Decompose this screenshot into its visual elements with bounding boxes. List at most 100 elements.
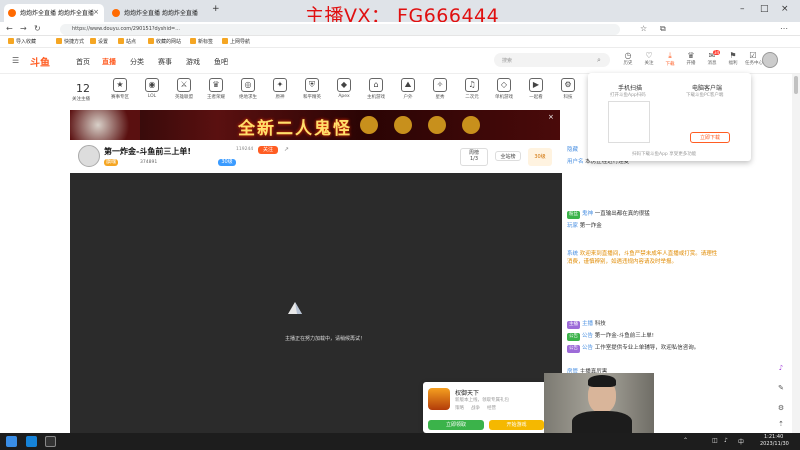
- header-history-button[interactable]: ◷ 历史: [620, 51, 636, 66]
- star-icon[interactable]: ☆: [640, 24, 647, 33]
- crown-icon: ♛: [687, 51, 695, 60]
- category-icon: ✦: [273, 78, 287, 92]
- nav-yuba[interactable]: 鱼吧: [214, 57, 228, 67]
- dropdown-footer: 扫码下载斗鱼App 享受更多功能: [632, 152, 697, 157]
- header-download-button[interactable]: ⤓ 下载: [662, 51, 678, 67]
- volume-icon[interactable]: ♪: [724, 437, 728, 444]
- side-top-icon[interactable]: ⇡: [776, 420, 786, 430]
- side-settings-icon[interactable]: ⚙: [776, 404, 786, 414]
- back-icon[interactable]: ←: [6, 24, 13, 33]
- download-client-button[interactable]: 立即下载: [690, 132, 730, 143]
- category-item[interactable]: ♛ 王者荣耀: [202, 78, 230, 100]
- side-feature-icon[interactable]: ♪: [776, 364, 786, 374]
- tray-up-icon[interactable]: ⌃: [683, 437, 688, 444]
- douyu-logo[interactable]: 斗鱼: [30, 54, 60, 69]
- category-item[interactable]: ⚔ 英雄联盟: [170, 78, 198, 100]
- weekly-rank-button[interactable]: 周榜 1/3: [460, 148, 488, 166]
- game-popup[interactable]: 权御天下 新版本上线，领取专属礼包 策略 战争 经营 立即领取 开始游戏: [423, 382, 548, 433]
- chat-username[interactable]: 主播: [582, 321, 593, 327]
- clock-date[interactable]: 2023/11/30: [760, 441, 789, 447]
- forward-icon[interactable]: →: [20, 24, 27, 33]
- mobile-app-subtitle: 打开斗鱼App扫码: [610, 93, 646, 98]
- claim-gift-button[interactable]: 立即领取: [428, 420, 484, 430]
- scrollbar-thumb[interactable]: [794, 76, 798, 94]
- browser-menu-icon[interactable]: ⋯: [780, 24, 788, 33]
- chat-message: 系统 欢迎来到直播间，斗鱼严禁未成年人直播或打赏。请理性消费，谨慎辨别，如遇违规…: [567, 250, 721, 266]
- follow-button[interactable]: 关注: [258, 146, 278, 154]
- category-item[interactable]: ⚙ 科技: [554, 78, 582, 100]
- category-item[interactable]: ⌂ 主机游戏: [362, 78, 390, 100]
- terminal-icon[interactable]: [45, 436, 56, 447]
- nav-games[interactable]: 游戏: [186, 57, 200, 67]
- header-task-button[interactable]: ☑ 任务中心: [745, 51, 763, 66]
- header-follow-button[interactable]: ♡ 关注: [641, 51, 657, 66]
- level-reward-button[interactable]: 30级: [528, 148, 552, 166]
- edge-browser-icon[interactable]: [26, 436, 37, 447]
- browser-tab[interactable]: 炮炮炸全直播 炮炮炸全直播: [108, 4, 208, 22]
- category-item[interactable]: ⛰ 户外: [394, 78, 422, 100]
- game-tag: 战争: [471, 406, 480, 411]
- category-item[interactable]: ⛨ 和平精英: [298, 78, 326, 100]
- nav-events[interactable]: 赛事: [158, 57, 172, 67]
- category-item[interactable]: ◉ LOL: [138, 78, 166, 99]
- category-item[interactable]: ◇ 单机游戏: [490, 78, 518, 100]
- bookmark-item[interactable]: 站点: [118, 38, 136, 45]
- bookmark-item[interactable]: 导入收藏: [8, 38, 36, 45]
- windows-start-icon[interactable]: [6, 436, 17, 447]
- folder-icon: [8, 38, 14, 44]
- clock-time[interactable]: 1:21:40: [764, 434, 783, 440]
- extensions-icon[interactable]: ⧉: [660, 24, 666, 34]
- refresh-icon[interactable]: ↻: [34, 24, 41, 33]
- nav-live[interactable]: 直播: [102, 57, 116, 67]
- share-icon[interactable]: ↗: [284, 146, 289, 153]
- nav-category[interactable]: 分类: [130, 57, 144, 67]
- maximize-icon[interactable]: □: [760, 4, 769, 14]
- bookmark-item[interactable]: 收藏的网站: [148, 38, 181, 45]
- close-window-icon[interactable]: ×: [781, 4, 789, 14]
- category-item[interactable]: ◎ 绝地求生: [234, 78, 262, 100]
- side-feedback-icon[interactable]: ✎: [776, 384, 786, 394]
- input-language[interactable]: 中: [738, 437, 744, 446]
- network-icon[interactable]: ◫: [712, 437, 718, 444]
- bookmark-item[interactable]: 快捷方式: [56, 38, 84, 45]
- chat-username[interactable]: 系统: [567, 251, 578, 257]
- bookmark-item[interactable]: 上网导航: [222, 38, 250, 45]
- banner-close-icon[interactable]: ×: [548, 113, 554, 121]
- start-game-button[interactable]: 开始游戏: [489, 420, 544, 430]
- category-item[interactable]: ✧ 星秀: [426, 78, 454, 100]
- category-item[interactable]: ◆ Apex: [330, 78, 358, 99]
- nav-home[interactable]: 首页: [76, 57, 90, 67]
- minimize-icon[interactable]: –: [740, 4, 745, 14]
- chat-username[interactable]: 隐藏: [567, 147, 578, 153]
- bookmark-item[interactable]: 设置: [90, 38, 108, 45]
- category-item[interactable]: ♫ 二次元: [458, 78, 486, 100]
- ranking-button[interactable]: 全站榜: [495, 151, 521, 161]
- folder-icon: [222, 38, 228, 44]
- page-scrollbar[interactable]: [792, 74, 800, 433]
- category-item[interactable]: ★ 赛事专区: [106, 78, 134, 100]
- header-gift-button[interactable]: ⚑ 福利: [725, 51, 741, 66]
- category-label: 二次元: [465, 95, 479, 100]
- category-icon: ◉: [145, 78, 159, 92]
- promo-banner[interactable]: 全新二人鬼怪 ×: [70, 110, 560, 140]
- streamer-avatar[interactable]: [78, 145, 100, 167]
- menu-icon[interactable]: ☰: [12, 56, 19, 65]
- search-input[interactable]: 搜索: [494, 53, 610, 67]
- chat-username[interactable]: 玩家: [567, 223, 578, 229]
- category-item[interactable]: ▶ 一起看: [522, 78, 550, 100]
- browser-tab-active[interactable]: 炮炮炸全直播 炮炮炸全直播 ×: [4, 4, 104, 22]
- chat-username[interactable]: 公告: [582, 345, 593, 351]
- close-tab-icon[interactable]: ×: [93, 8, 99, 16]
- new-tab-icon[interactable]: +: [212, 4, 220, 14]
- header-broadcast-button[interactable]: ♛ 开播: [683, 51, 699, 66]
- chat-username[interactable]: 鬼神: [582, 211, 593, 217]
- url-input[interactable]: https://www.douyu.com/290151?dyshid=...: [60, 24, 620, 35]
- chat-username[interactable]: 用户名: [567, 159, 584, 165]
- bookmark-item[interactable]: 新标签: [190, 38, 213, 45]
- search-icon[interactable]: ⌕: [597, 56, 601, 65]
- category-item[interactable]: ✦ 原神: [266, 78, 294, 100]
- category-icon: ♫: [465, 78, 479, 92]
- user-avatar[interactable]: [762, 52, 778, 68]
- category-label: 户外: [403, 95, 413, 100]
- chat-username[interactable]: 公告: [582, 333, 593, 339]
